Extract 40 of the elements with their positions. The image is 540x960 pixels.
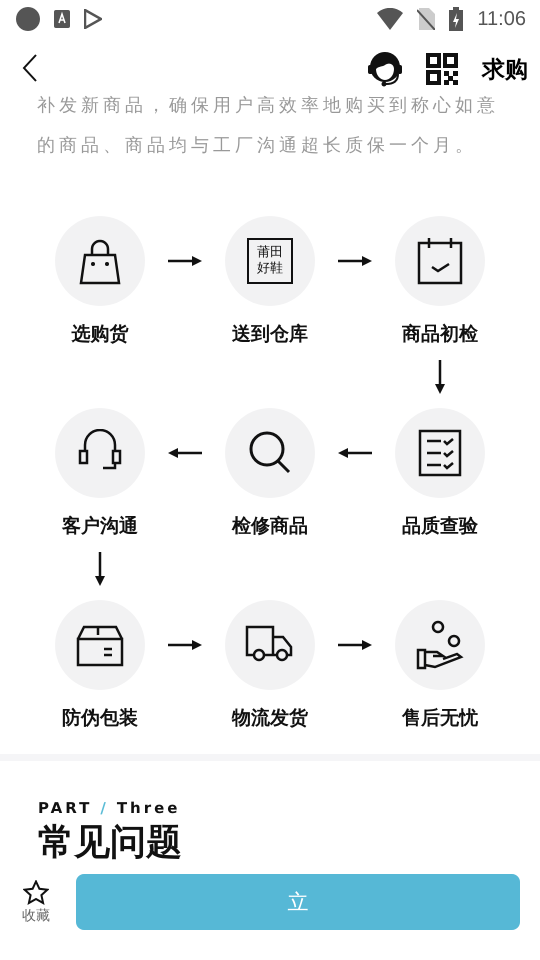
qr-code-icon[interactable] — [426, 53, 458, 86]
stamp-icon: 莆田 好鞋 — [247, 238, 293, 284]
customer-service-icon[interactable] — [368, 51, 402, 88]
play-store-icon — [84, 9, 102, 30]
step-label: 客户沟通 — [62, 514, 138, 538]
step-label: 选购货 — [72, 322, 128, 346]
down-arrow-icon — [95, 552, 105, 586]
step-label: 防伪包装 — [62, 706, 138, 730]
box-icon — [76, 623, 124, 668]
section-title: 常见问题 — [38, 820, 183, 865]
app-notification-icon — [54, 10, 70, 28]
step-label: 送到仓库 — [232, 322, 308, 346]
right-arrow-icon — [168, 256, 202, 266]
left-arrow-icon — [338, 448, 372, 458]
checklist-icon — [418, 429, 462, 478]
status-dot-icon — [16, 7, 40, 32]
star-icon — [23, 880, 49, 905]
favorite-button[interactable]: 收藏 — [14, 880, 58, 925]
step-label: 商品初检 — [402, 322, 478, 346]
battery-icon — [449, 7, 464, 32]
intro-paragraph: 补发新商品，确保用户高效率地购买到称心如意的商品、商品均与工厂沟通超长质保一个月。 — [36, 94, 500, 158]
request-purchase-button[interactable]: 求购 — [482, 54, 528, 85]
step-label: 检修商品 — [232, 514, 308, 538]
part-label: PART — [38, 798, 92, 817]
right-arrow-icon — [338, 640, 372, 650]
slash-separator: / — [100, 798, 109, 817]
step-label: 物流发货 — [232, 706, 308, 730]
step-label: 品质查验 — [402, 514, 478, 538]
clock-time: 11:06 — [477, 8, 526, 31]
shopping-bag-icon — [77, 237, 123, 286]
right-arrow-icon — [168, 640, 202, 650]
down-arrow-icon — [435, 360, 445, 394]
calendar-check-icon — [417, 237, 463, 286]
step-label: 售后无忧 — [402, 706, 478, 730]
wifi-icon — [377, 8, 404, 30]
hand-coins-icon — [416, 620, 464, 670]
part-number: Three — [116, 798, 180, 817]
no-sim-icon — [417, 8, 436, 30]
left-arrow-icon — [168, 448, 202, 458]
right-arrow-icon — [338, 256, 372, 266]
